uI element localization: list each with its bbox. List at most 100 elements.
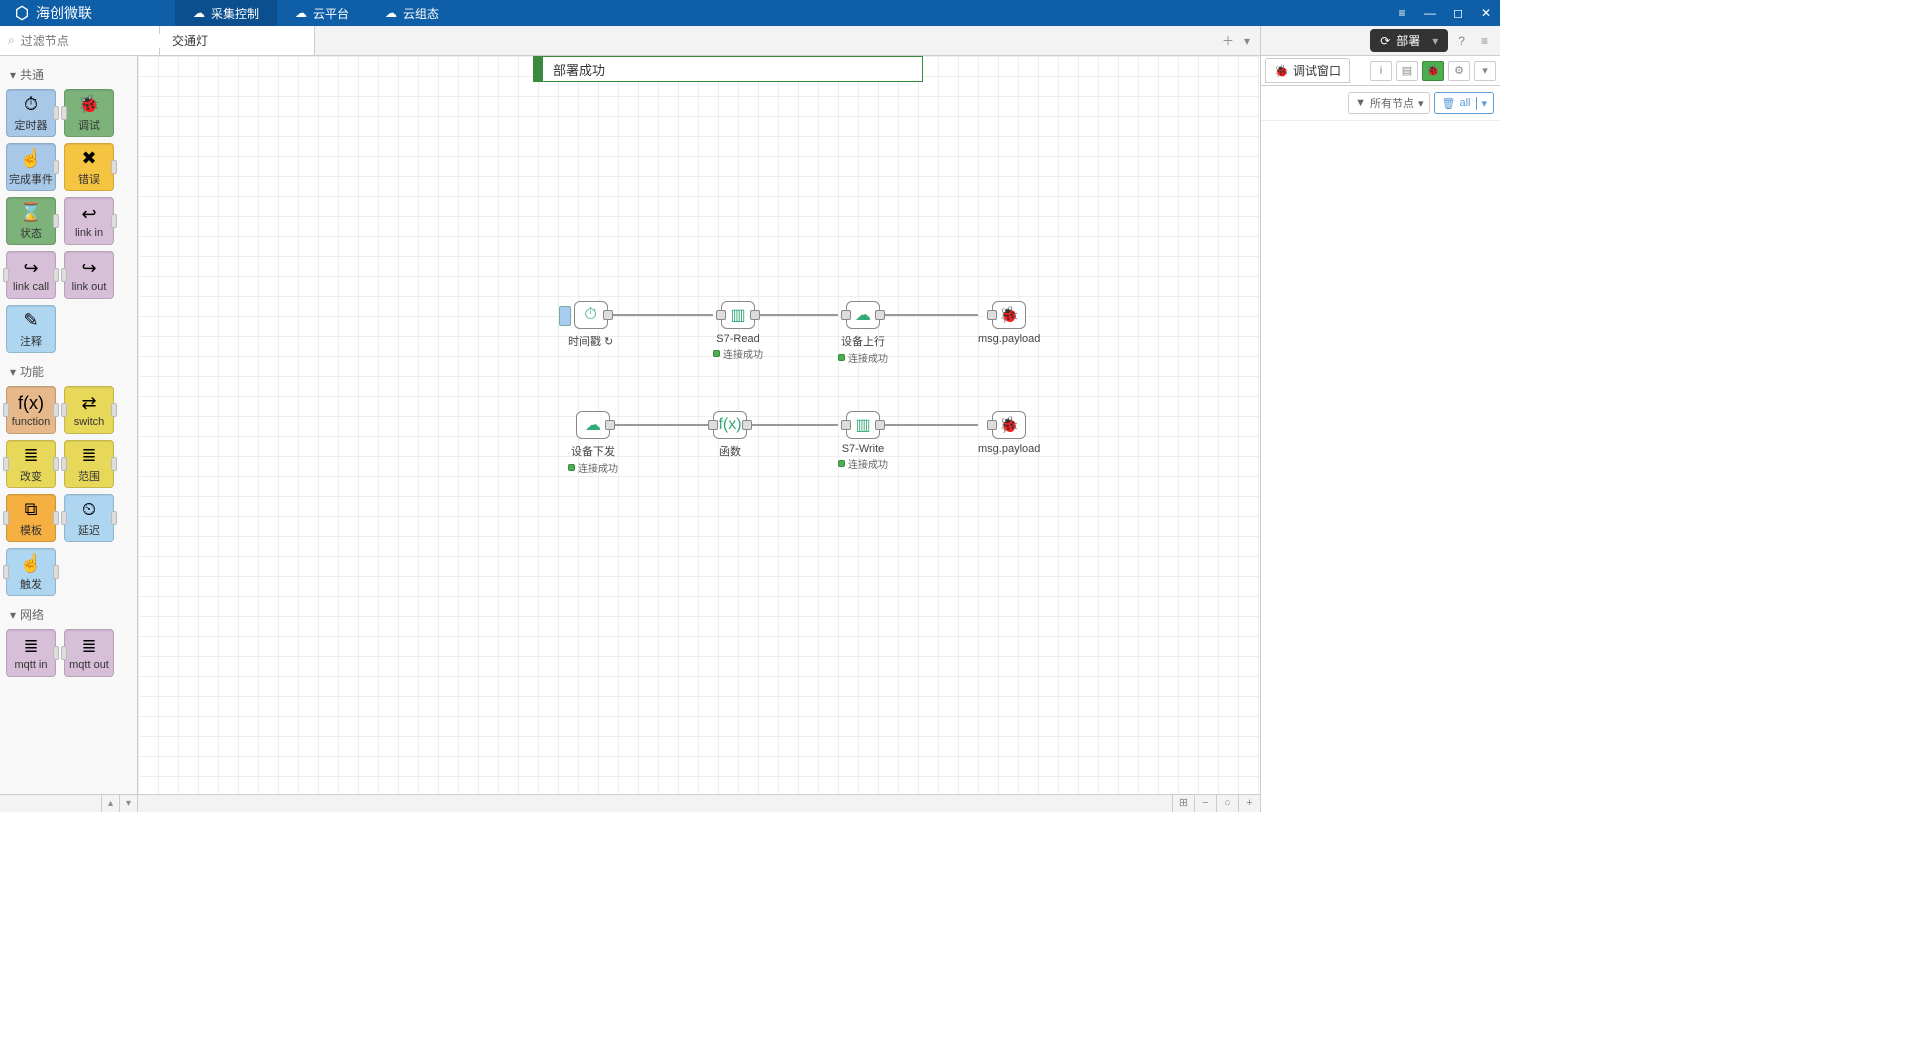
node-label: 延迟: [78, 522, 100, 538]
canvas-footer: ⊞ − ○ +: [138, 794, 1260, 812]
trash-icon: 🗑: [1441, 97, 1455, 110]
flow-node[interactable]: 🐞msg.payload: [978, 411, 1040, 455]
flow-node[interactable]: f(x)函数: [713, 411, 747, 459]
palette-node[interactable]: ↪link call: [6, 251, 56, 299]
flow-node[interactable]: ▥S7-Write连接成功: [838, 411, 888, 471]
node-status: 连接成功: [713, 346, 763, 361]
topnav-tab[interactable]: ☁采集控制: [175, 0, 277, 26]
flow-tab[interactable]: 交通灯: [160, 26, 315, 55]
node-label: msg.payload: [978, 443, 1040, 455]
palette-node[interactable]: ☝完成事件: [6, 143, 56, 191]
deploy-button[interactable]: ⟳ 部署 ▾: [1370, 29, 1448, 52]
node-label: link in: [75, 227, 103, 239]
palette-down-button[interactable]: ▾: [119, 795, 137, 812]
palette-node[interactable]: ≣mqtt in: [6, 629, 56, 677]
palette-node[interactable]: ✖错误: [64, 143, 114, 191]
search-icon: ⌕: [8, 33, 15, 48]
deploy-area: ⟳ 部署 ▾ ? ≡: [1260, 26, 1500, 55]
palette-category[interactable]: ▾ 网络: [6, 602, 133, 629]
maximize-button[interactable]: ◻: [1444, 0, 1472, 26]
node-label: 注释: [20, 333, 42, 349]
flow-node[interactable]: ☁设备上行连接成功: [838, 301, 888, 365]
topnav-tab[interactable]: ☁云组态: [367, 0, 457, 26]
node-icon: ⏱: [584, 306, 596, 324]
palette-node[interactable]: ⏲延迟: [64, 494, 114, 542]
filter-wrap: ⌕: [0, 26, 160, 55]
debug-filters: ▼ 所有节点 ▾ 🗑 all ▾: [1261, 86, 1500, 121]
node-icon: f(x): [18, 393, 44, 414]
node-icon: ▥: [855, 415, 870, 435]
flow-node[interactable]: ⏱时间戳 ↻: [568, 301, 613, 349]
zoom-in-button[interactable]: +: [1238, 795, 1260, 812]
chevron-down-icon[interactable]: ▾: [1474, 61, 1496, 81]
flow-node[interactable]: ☁设备下发连接成功: [568, 411, 618, 475]
menu-icon[interactable]: ≡: [1388, 0, 1416, 26]
palette-node[interactable]: ✎注释: [6, 305, 56, 353]
flow-canvas[interactable]: 部署成功 ⏱时间戳 ↻▥S7-Read连接成功☁设备上行连接成功🐞msg.pay…: [138, 56, 1260, 812]
flow-node[interactable]: 🐞msg.payload: [978, 301, 1040, 345]
node-icon: ⏱: [24, 94, 38, 115]
node-label: 完成事件: [9, 171, 53, 187]
palette-node[interactable]: ↩ link in: [64, 197, 114, 245]
zoom-out-button[interactable]: −: [1194, 795, 1216, 812]
app-title: 海创微联: [36, 3, 92, 23]
node-label: msg.payload: [978, 333, 1040, 345]
chevron-down-icon[interactable]: ▾: [1432, 34, 1438, 48]
palette-category[interactable]: ▾ 共通: [6, 62, 133, 89]
node-label: 改变: [20, 468, 42, 484]
debug-tab-label: 调试窗口: [1293, 62, 1341, 79]
canvas-view-button[interactable]: ⊞: [1172, 795, 1194, 812]
info-tab-button[interactable]: i: [1370, 61, 1392, 81]
palette-node[interactable]: ≣范围: [64, 440, 114, 488]
help-tab-button[interactable]: ▤: [1396, 61, 1418, 81]
palette-node[interactable]: f(x)function: [6, 386, 56, 434]
hamburger-button[interactable]: ≡: [1475, 30, 1494, 52]
node-label: switch: [74, 416, 105, 428]
flow-node[interactable]: ▥S7-Read连接成功: [713, 301, 763, 361]
zoom-reset-button[interactable]: ○: [1216, 795, 1238, 812]
palette-node[interactable]: ≣改变: [6, 440, 56, 488]
tab-menu-button[interactable]: ▾: [1244, 34, 1250, 48]
palette-category[interactable]: ▾ 功能: [6, 359, 133, 386]
node-icon: ≣: [23, 636, 38, 657]
node-label: 调试: [78, 117, 100, 133]
filter-input[interactable]: [21, 34, 176, 48]
debug-icon: 🐞: [1274, 64, 1289, 78]
deploy-label: 部署: [1396, 32, 1420, 49]
palette-up-button[interactable]: ▴: [101, 795, 119, 812]
filter-nodes-dropdown[interactable]: ▼ 所有节点 ▾: [1348, 92, 1430, 114]
node-icon: ☝: [20, 553, 42, 574]
close-button[interactable]: ✕: [1472, 0, 1500, 26]
node-label: 设备下发: [571, 443, 615, 459]
palette-node[interactable]: ⏱定时器: [6, 89, 56, 137]
wires: [138, 56, 1260, 812]
palette-node[interactable]: ⧉模板: [6, 494, 56, 542]
toolbar-row: ⌕ 交通灯 ＋ ▾ ⟳ 部署 ▾ ? ≡: [0, 26, 1500, 56]
node-label: link call: [13, 281, 49, 293]
inject-button[interactable]: [559, 306, 571, 326]
palette-node[interactable]: ↪link out: [64, 251, 114, 299]
flow-tab-bar: 交通灯 ＋ ▾: [160, 26, 1260, 55]
add-tab-button[interactable]: ＋: [1222, 32, 1234, 49]
minimize-button[interactable]: —: [1416, 0, 1444, 26]
node-label: S7-Write: [842, 443, 885, 455]
topnav-tab[interactable]: ☁云平台: [277, 0, 367, 26]
node-icon: ☁: [855, 305, 871, 325]
app-logo: 海创微联: [0, 3, 175, 23]
node-icon: ⌛: [20, 202, 42, 223]
debug-tab-button[interactable]: 🐞: [1422, 61, 1444, 81]
chevron-down-icon: ▾: [10, 608, 16, 622]
palette-node[interactable]: ≣mqtt out: [64, 629, 114, 677]
palette-node[interactable]: ⇄switch: [64, 386, 114, 434]
help-button[interactable]: ?: [1452, 30, 1471, 52]
palette-node[interactable]: 🐞调试: [64, 89, 114, 137]
palette-node[interactable]: ⌛状态: [6, 197, 56, 245]
config-tab-button[interactable]: ⚙: [1448, 61, 1470, 81]
clear-all-label: all: [1459, 97, 1470, 109]
palette-node[interactable]: ☝触发: [6, 548, 56, 596]
clear-all-button[interactable]: 🗑 all ▾: [1434, 92, 1494, 114]
node-icon: ↩: [81, 204, 96, 225]
cloud-icon: ☁: [295, 6, 307, 20]
node-label: link out: [72, 281, 107, 293]
debug-tab[interactable]: 🐞 调试窗口: [1265, 58, 1350, 83]
